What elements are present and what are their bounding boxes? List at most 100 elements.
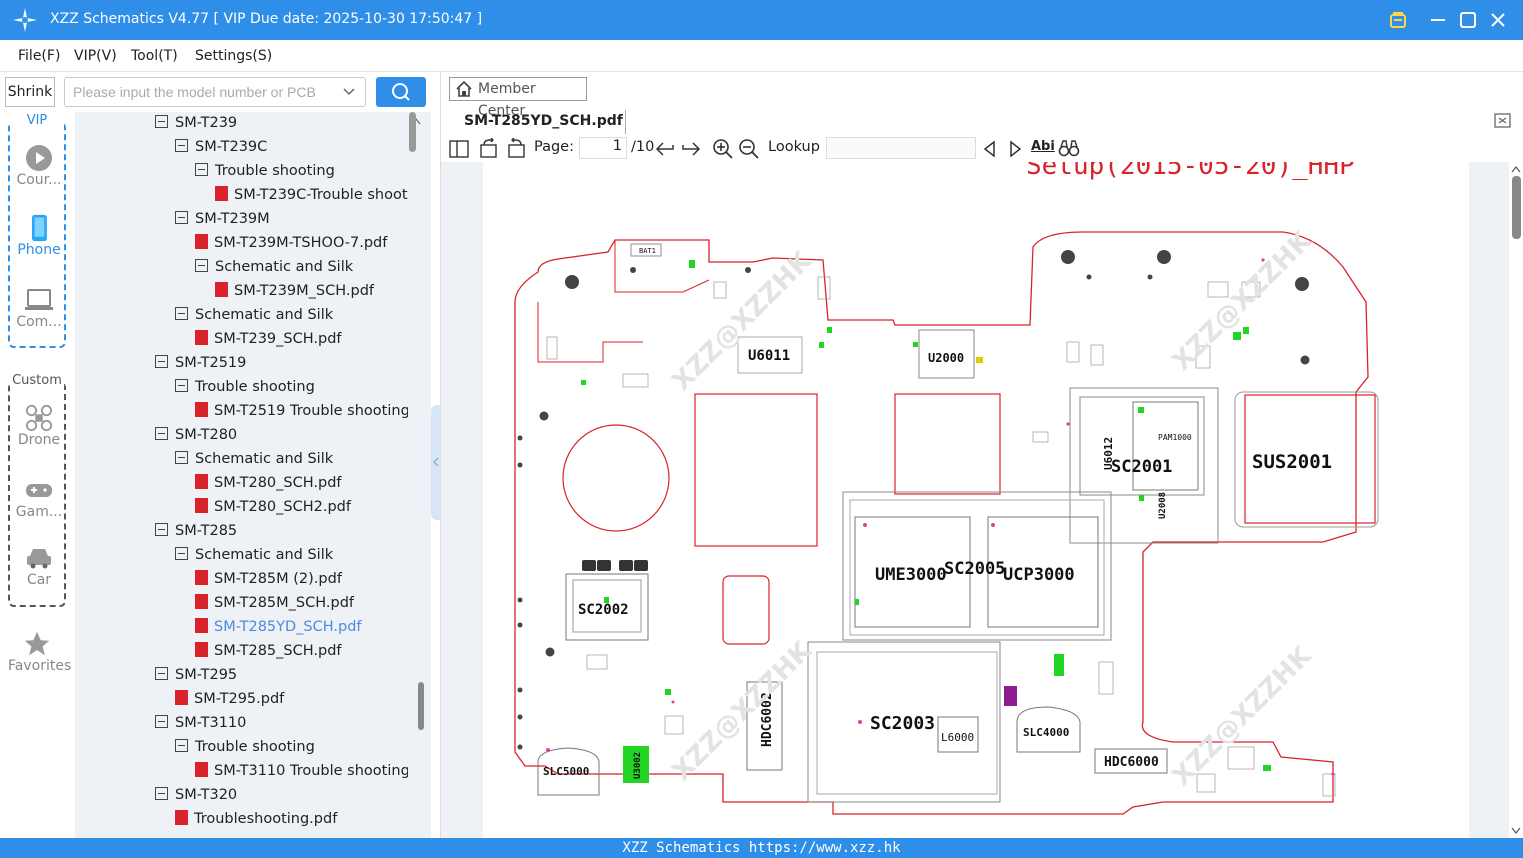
tree-folder-item[interactable]: Trouble shooting [195,160,335,182]
category-label: Cour... [16,172,62,188]
tree-folder-item[interactable]: SM-T295 [155,664,237,686]
page-number-input[interactable]: 1 [579,137,627,159]
u2000-label: U2000 [928,351,964,365]
document-tab[interactable]: SM-T285YD_SCH.pdf [451,110,626,134]
collapse-toggle-icon[interactable] [155,523,168,536]
search-field[interactable] [64,77,366,107]
collapse-toggle-icon[interactable] [155,355,168,368]
viewer-scrollbar[interactable] [1509,162,1523,838]
sidebar-toggle-icon[interactable] [448,138,470,160]
tree-folder-item[interactable]: SM-T3110 [155,712,246,734]
tree-folder-item[interactable]: Trouble shooting [175,376,315,398]
menu-file[interactable]: File(F) [18,48,60,64]
tree-scrollbar[interactable] [408,112,424,838]
tree-item-label: SM-T239M [195,211,270,227]
tree-folder-item[interactable]: SM-T280 [155,424,237,446]
tree-pdf-item[interactable]: SM-T285M_SCH.pdf [195,592,354,614]
tree-folder-item[interactable]: SM-T2519 [155,352,246,374]
shrink-button[interactable]: Shrink [5,77,55,107]
chevron-down-icon[interactable] [343,82,355,106]
category-phone[interactable]: Phone [10,214,68,258]
collapse-toggle-icon[interactable] [175,379,188,392]
tree-pdf-item[interactable]: SM-T285YD_SCH.pdf [195,616,362,638]
tree-item-label: SM-T285YD_SCH.pdf [214,619,362,635]
tree-pdf-item[interactable]: SM-T2519 Trouble shooting. [195,400,414,422]
collapse-toggle-icon[interactable] [175,739,188,752]
tree-folder-item[interactable]: Schematic and Silk [195,256,353,278]
tree-folder-item[interactable]: Schematic and Silk [175,544,333,566]
find-next-icon[interactable] [1004,138,1026,160]
category-favorites[interactable]: Favorites [8,630,71,674]
collapse-toggle-icon[interactable] [155,427,168,440]
collapse-toggle-icon[interactable] [155,715,168,728]
title-bar: XZZ Schematics V4.77 [ VIP Due date: 202… [0,0,1523,40]
tree-folder-item[interactable]: SM-T239M [175,208,270,230]
pdf-viewer[interactable]: Setup(2015-05-20)_HHP SUS2001 U6011 U200… [441,162,1523,838]
restore-panel-icon[interactable] [1493,110,1513,130]
category-computer[interactable]: Com... [10,286,68,330]
category-courses[interactable]: Cour... [10,144,68,188]
category-car[interactable]: Car [10,544,68,588]
menu-tool[interactable]: Tool(T) [131,48,178,64]
collapse-toggle-icon[interactable] [155,115,168,128]
watermark-text: XZZ@XZZHK [667,635,819,787]
tree-folder-item[interactable]: SM-T285 [155,520,237,542]
tree-folder-item[interactable]: SM-T320 [155,784,237,806]
member-center-button[interactable]: Member Center [449,77,587,119]
tree-pdf-item[interactable]: SM-T239C-Trouble shooti [215,184,412,206]
pdf-file-icon [195,330,208,345]
collapse-toggle-icon[interactable] [175,211,188,224]
tree-folder-item[interactable]: SM-T239 [155,112,237,134]
vip-badge-icon[interactable] [1386,8,1410,32]
sus2001-label: SUS2001 [1252,451,1332,473]
collapse-toggle-icon[interactable] [175,547,188,560]
tree-pdf-item[interactable]: SM-T239M_SCH.pdf [215,280,374,302]
next-page-icon[interactable] [680,138,702,160]
lookup-input[interactable] [826,137,976,159]
collapse-toggle-icon[interactable] [175,139,188,152]
menu-settings[interactable]: Settings(S) [195,48,272,64]
collapse-toggle-icon[interactable] [195,163,208,176]
collapse-toggle-icon[interactable] [175,307,188,320]
category-label: Phone [17,242,61,258]
find-all-icon[interactable] [1058,138,1080,160]
tree-pdf-item[interactable]: SM-T3110 Trouble shooting. [195,760,414,782]
tree-pdf-item[interactable]: SM-T239_SCH.pdf [195,328,342,350]
tree-pdf-item[interactable]: SM-T280_SCH.pdf [195,472,342,494]
tree-folder-item[interactable]: Schematic and Silk [175,304,333,326]
tree-folder-item[interactable]: SM-T239C [175,136,267,158]
collapse-toggle-icon[interactable] [155,667,168,680]
tree-pdf-item[interactable]: SM-T285_SCH.pdf [195,640,342,662]
search-button[interactable] [376,77,426,107]
tree-folder-item[interactable]: Trouble shooting [175,736,315,758]
tree-pdf-item[interactable]: SM-T295.pdf [175,688,284,710]
minimize-icon[interactable] [1426,8,1450,32]
rotate-left-icon[interactable] [478,138,500,160]
previous-page-icon[interactable] [654,138,676,160]
maximize-icon[interactable] [1456,8,1480,32]
rotate-right-icon[interactable] [505,138,527,160]
search-input[interactable] [73,79,333,105]
collapse-toggle-icon[interactable] [175,451,188,464]
category-drone[interactable]: Drone [10,404,68,448]
find-previous-icon[interactable] [979,138,1001,160]
tree-pdf-item[interactable]: Troubleshooting.pdf [175,808,337,830]
tree-pdf-item[interactable]: SM-T280_SCH2.pdf [195,496,351,518]
tree-item-label: SM-T280_SCH.pdf [214,475,342,491]
tree-item-label: SM-T280 [175,427,238,443]
close-icon[interactable] [1486,8,1510,32]
collapse-toggle-icon[interactable] [195,259,208,272]
zoom-in-icon[interactable] [712,138,734,160]
bat1-label: BAT1 [639,247,656,255]
u3002-label: U3002 [633,752,643,779]
tree-pdf-item[interactable]: SM-T239M-TSHOO-7.pdf [195,232,387,254]
tree-pdf-item[interactable]: SM-T285M (2).pdf [195,568,342,590]
menu-vip[interactable]: VIP(V) [74,48,117,64]
collapse-toggle-icon[interactable] [155,787,168,800]
category-games[interactable]: Gam... [10,476,68,520]
status-bar[interactable]: XZZ Schematics https://www.xzz.hk [0,838,1523,858]
match-case-toggle[interactable]: Abi [1031,139,1055,154]
tree-folder-item[interactable]: Schematic and Silk [175,448,333,470]
zoom-out-icon[interactable] [738,138,760,160]
viewer-toolbar: Page: 1 /10 Lookup Abi [441,134,1523,162]
